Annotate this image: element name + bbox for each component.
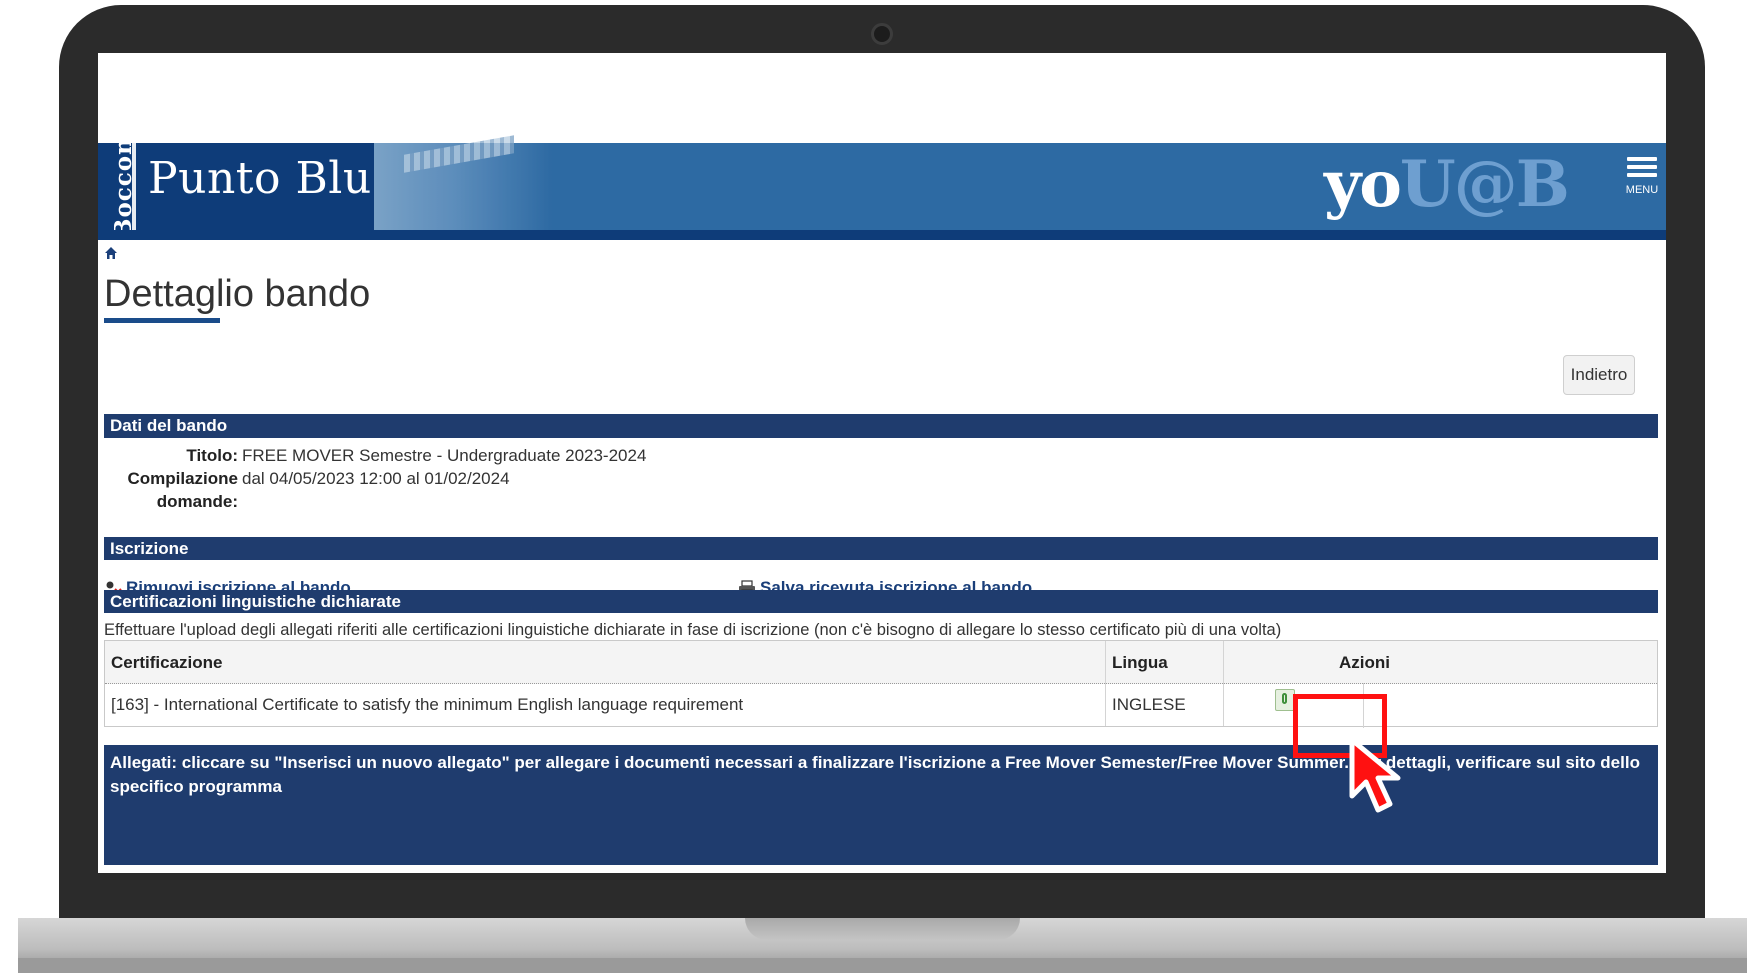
banner-stripe <box>98 230 1666 240</box>
header-banner: Bocconi Punto Blu yoU@B MENU <box>98 127 1666 240</box>
table-header-row <box>105 641 1657 684</box>
cell-lingua: INGLESE <box>1112 695 1186 714</box>
compilazione-value: dal 04/05/2023 12:00 al 01/02/2024 <box>242 469 510 488</box>
allegati-info-bar: Allegati: cliccare su "Inserisci un nuov… <box>104 745 1658 865</box>
titolo-label: Titolo: <box>186 446 238 465</box>
column-divider <box>1223 641 1224 726</box>
menu-label: MENU <box>1625 184 1659 196</box>
section-dati-bando: Dati del bando <box>104 414 1658 438</box>
certificazioni-note: Effettuare l'upload degli allegati rifer… <box>104 621 1282 639</box>
column-header-azioni: Azioni <box>1339 653 1390 672</box>
titolo-value: FREE MOVER Semestre - Undergraduate 2023… <box>242 446 647 465</box>
laptop-base-notch <box>745 918 1020 940</box>
column-header-certificazione: Certificazione <box>111 653 223 672</box>
domande-label: domande: <box>156 492 238 511</box>
title-underline <box>104 318 220 323</box>
section-iscrizione: Iscrizione <box>104 537 1658 560</box>
attachment-icon[interactable] <box>1275 689 1295 711</box>
punto-blu-title: Punto Blu <box>148 153 372 204</box>
home-icon[interactable] <box>104 246 118 260</box>
menu-button[interactable]: MENU <box>1620 153 1664 209</box>
laptop-base-bottom <box>18 958 1747 973</box>
back-button[interactable]: Indietro <box>1563 355 1635 395</box>
youab-logo: yoU@B <box>1324 147 1570 222</box>
section-certificazioni: Certificazioni linguistiche dichiarate <box>104 590 1658 613</box>
column-header-lingua: Lingua <box>1112 653 1168 672</box>
banner-decoration <box>374 143 554 240</box>
pointer-cursor-icon <box>1349 737 1401 813</box>
page-title: Dettaglio bando <box>104 273 371 315</box>
hamburger-menu-icon <box>1620 157 1664 177</box>
compilazione-label: Compilazione <box>127 469 238 488</box>
brand-separator <box>132 143 136 240</box>
screen: Bocconi Punto Blu yoU@B MENU Dettaglio b… <box>98 53 1666 873</box>
bocconi-logo-text: Bocconi <box>110 127 137 238</box>
brand-block: Bocconi Punto Blu <box>98 127 374 240</box>
certificazioni-table: Certificazione Lingua Azioni [163] - Int… <box>104 640 1658 728</box>
webcam <box>871 23 893 45</box>
column-divider <box>1105 641 1106 726</box>
cell-certificazione: [163] - International Certificate to sat… <box>111 695 744 714</box>
